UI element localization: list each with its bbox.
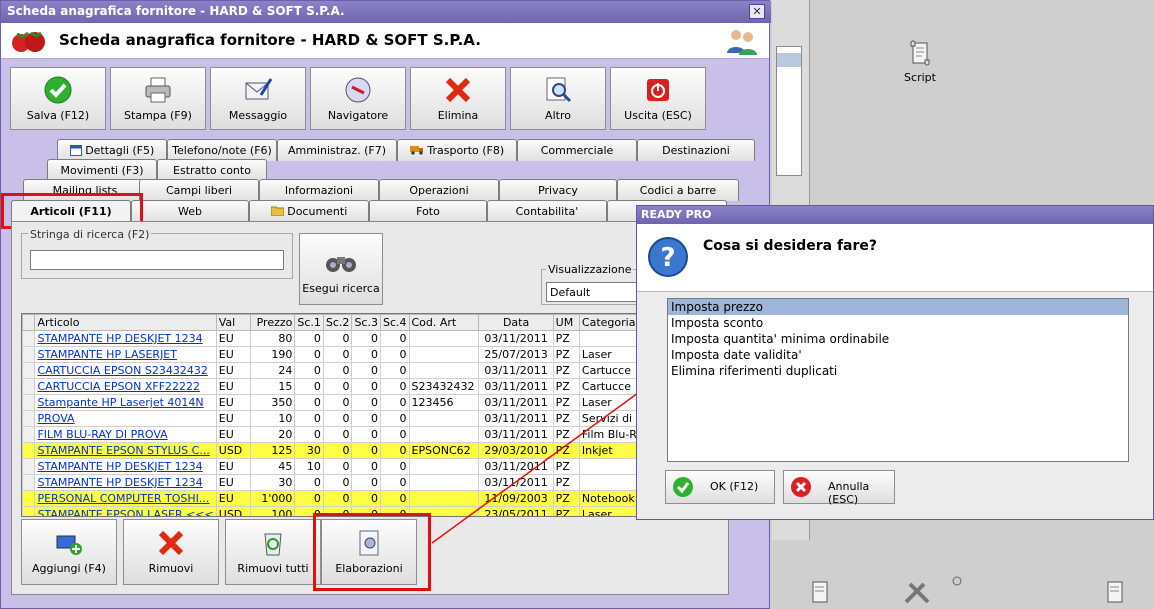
dialog-titlebar[interactable]: READY PRO: [637, 206, 1153, 224]
check-icon: [673, 477, 693, 497]
cancel-label: Annulla (ESC): [828, 480, 870, 506]
option-item[interactable]: Imposta sconto: [668, 315, 1128, 331]
ok-label: OK (F12): [710, 480, 759, 493]
ok-button[interactable]: OK (F12): [665, 470, 775, 504]
cancel-icon: [791, 477, 811, 497]
option-item[interactable]: Imposta quantita' minima ordinabile: [668, 331, 1128, 347]
dialog-question: Cosa si desidera fare?: [703, 238, 878, 254]
options-list[interactable]: Imposta prezzo Imposta sconto Imposta quan…: [667, 298, 1129, 462]
question-icon: ?: [648, 237, 688, 277]
option-item[interactable]: Imposta date validita': [668, 347, 1128, 363]
ready-pro-dialog: READY PRO ? Cosa si desidera fare? Impos…: [636, 205, 1154, 520]
svg-text:?: ?: [660, 243, 675, 273]
dialog-header: ? Cosa si desidera fare?: [637, 224, 1153, 292]
option-item[interactable]: Imposta prezzo: [668, 299, 1128, 315]
option-item[interactable]: Elimina riferimenti duplicati: [668, 363, 1128, 379]
cancel-button[interactable]: Annulla (ESC): [783, 470, 895, 506]
